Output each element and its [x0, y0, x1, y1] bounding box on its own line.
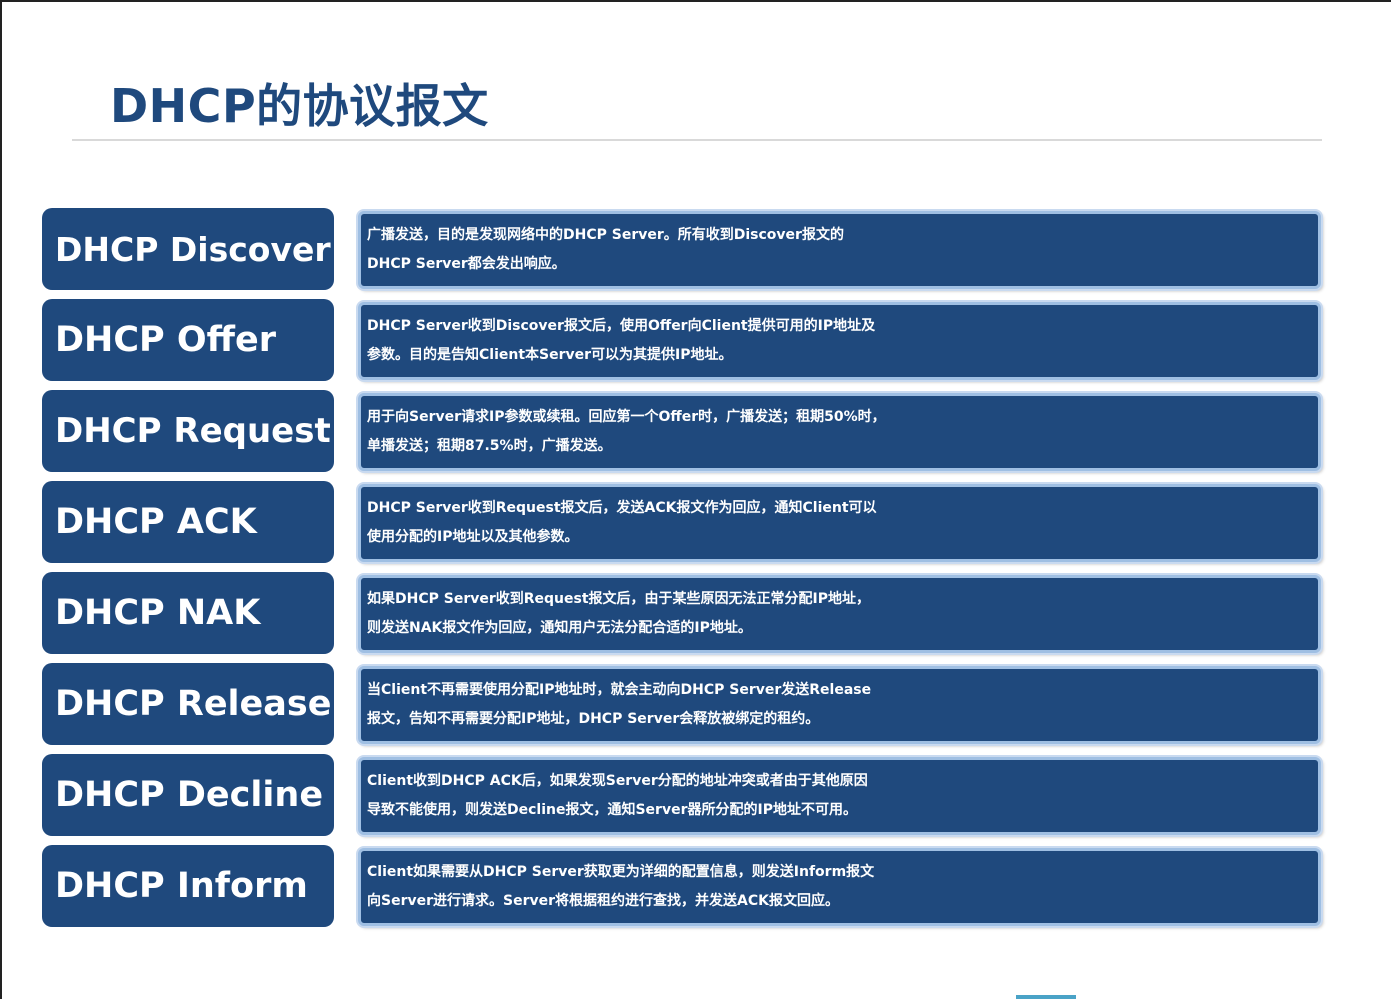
slide-title: DHCP的协议报文: [110, 79, 489, 133]
description-line: 导致不能使用，则发送Decline报文，通知Server器所分配的IP地址不可用…: [367, 802, 857, 818]
description-line: 报文，告知不再需要分配IP地址，DHCP Server会释放被绑定的租约。: [367, 711, 820, 727]
description-line: 则发送NAK报文作为回应，通知用户无法分配合适的IP地址。: [367, 620, 752, 636]
description-line: DHCP Server都会发出响应。: [367, 256, 566, 272]
description-line: 如果DHCP Server收到Request报文后，由于某些原因无法正常分配IP…: [367, 591, 871, 607]
description-line: 广播发送，目的是发现网络中的DHCP Server。所有收到Discover报文…: [367, 227, 844, 243]
description-line: 向Server进行请求。Server将根据租约进行查找，并发送ACK报文回应。: [367, 893, 839, 909]
message-name: DHCP Request: [42, 390, 334, 472]
message-description: 如果DHCP Server收到Request报文后，由于某些原因无法正常分配IP…: [358, 575, 1321, 653]
message-description: Client如果需要从DHCP Server获取更为详细的配置信息，则发送Inf…: [358, 848, 1321, 926]
description-line: 参数。目的是告知Client本Server可以为其提供IP地址。: [367, 347, 733, 363]
message-description: 用于向Server请求IP参数或续租。回应第一个Offer时，广播发送；租期50…: [358, 393, 1321, 471]
message-description: Client收到DHCP ACK后，如果发现Server分配的地址冲突或者由于其…: [358, 757, 1321, 835]
description-line: Client收到DHCP ACK后，如果发现Server分配的地址冲突或者由于其…: [367, 773, 868, 789]
message-name: DHCP Discover: [42, 208, 334, 290]
description-line: 使用分配的IP地址以及其他参数。: [367, 529, 579, 545]
description-line: Client如果需要从DHCP Server获取更为详细的配置信息，则发送Inf…: [367, 864, 875, 880]
message-description: 当Client不再需要使用分配IP地址时，就会主动向DHCP Server发送R…: [358, 666, 1321, 744]
message-description: DHCP Server收到Request报文后，发送ACK报文作为回应，通知Cl…: [358, 484, 1321, 562]
message-name: DHCP Offer: [42, 299, 334, 381]
description-line: 当Client不再需要使用分配IP地址时，就会主动向DHCP Server发送R…: [367, 682, 872, 698]
description-line: DHCP Server收到Request报文后，发送ACK报文作为回应，通知Cl…: [367, 500, 877, 516]
message-name: DHCP Release: [42, 663, 334, 745]
message-description: DHCP Server收到Discover报文后，使用Offer向Client提…: [358, 302, 1321, 380]
description-line: 用于向Server请求IP参数或续租。回应第一个Offer时，广播发送；租期50…: [367, 409, 886, 425]
footer-accent-bar: [1016, 995, 1076, 999]
message-name: DHCP Decline: [42, 754, 334, 836]
message-name: DHCP Inform: [42, 845, 334, 927]
message-name: DHCP ACK: [42, 481, 334, 563]
description-line: DHCP Server收到Discover报文后，使用Offer向Client提…: [367, 318, 876, 334]
message-name: DHCP NAK: [42, 572, 334, 654]
message-description: 广播发送，目的是发现网络中的DHCP Server。所有收到Discover报文…: [358, 211, 1321, 289]
title-divider: [72, 139, 1322, 141]
description-line: 单播发送；租期87.5%时，广播发送。: [367, 438, 612, 454]
